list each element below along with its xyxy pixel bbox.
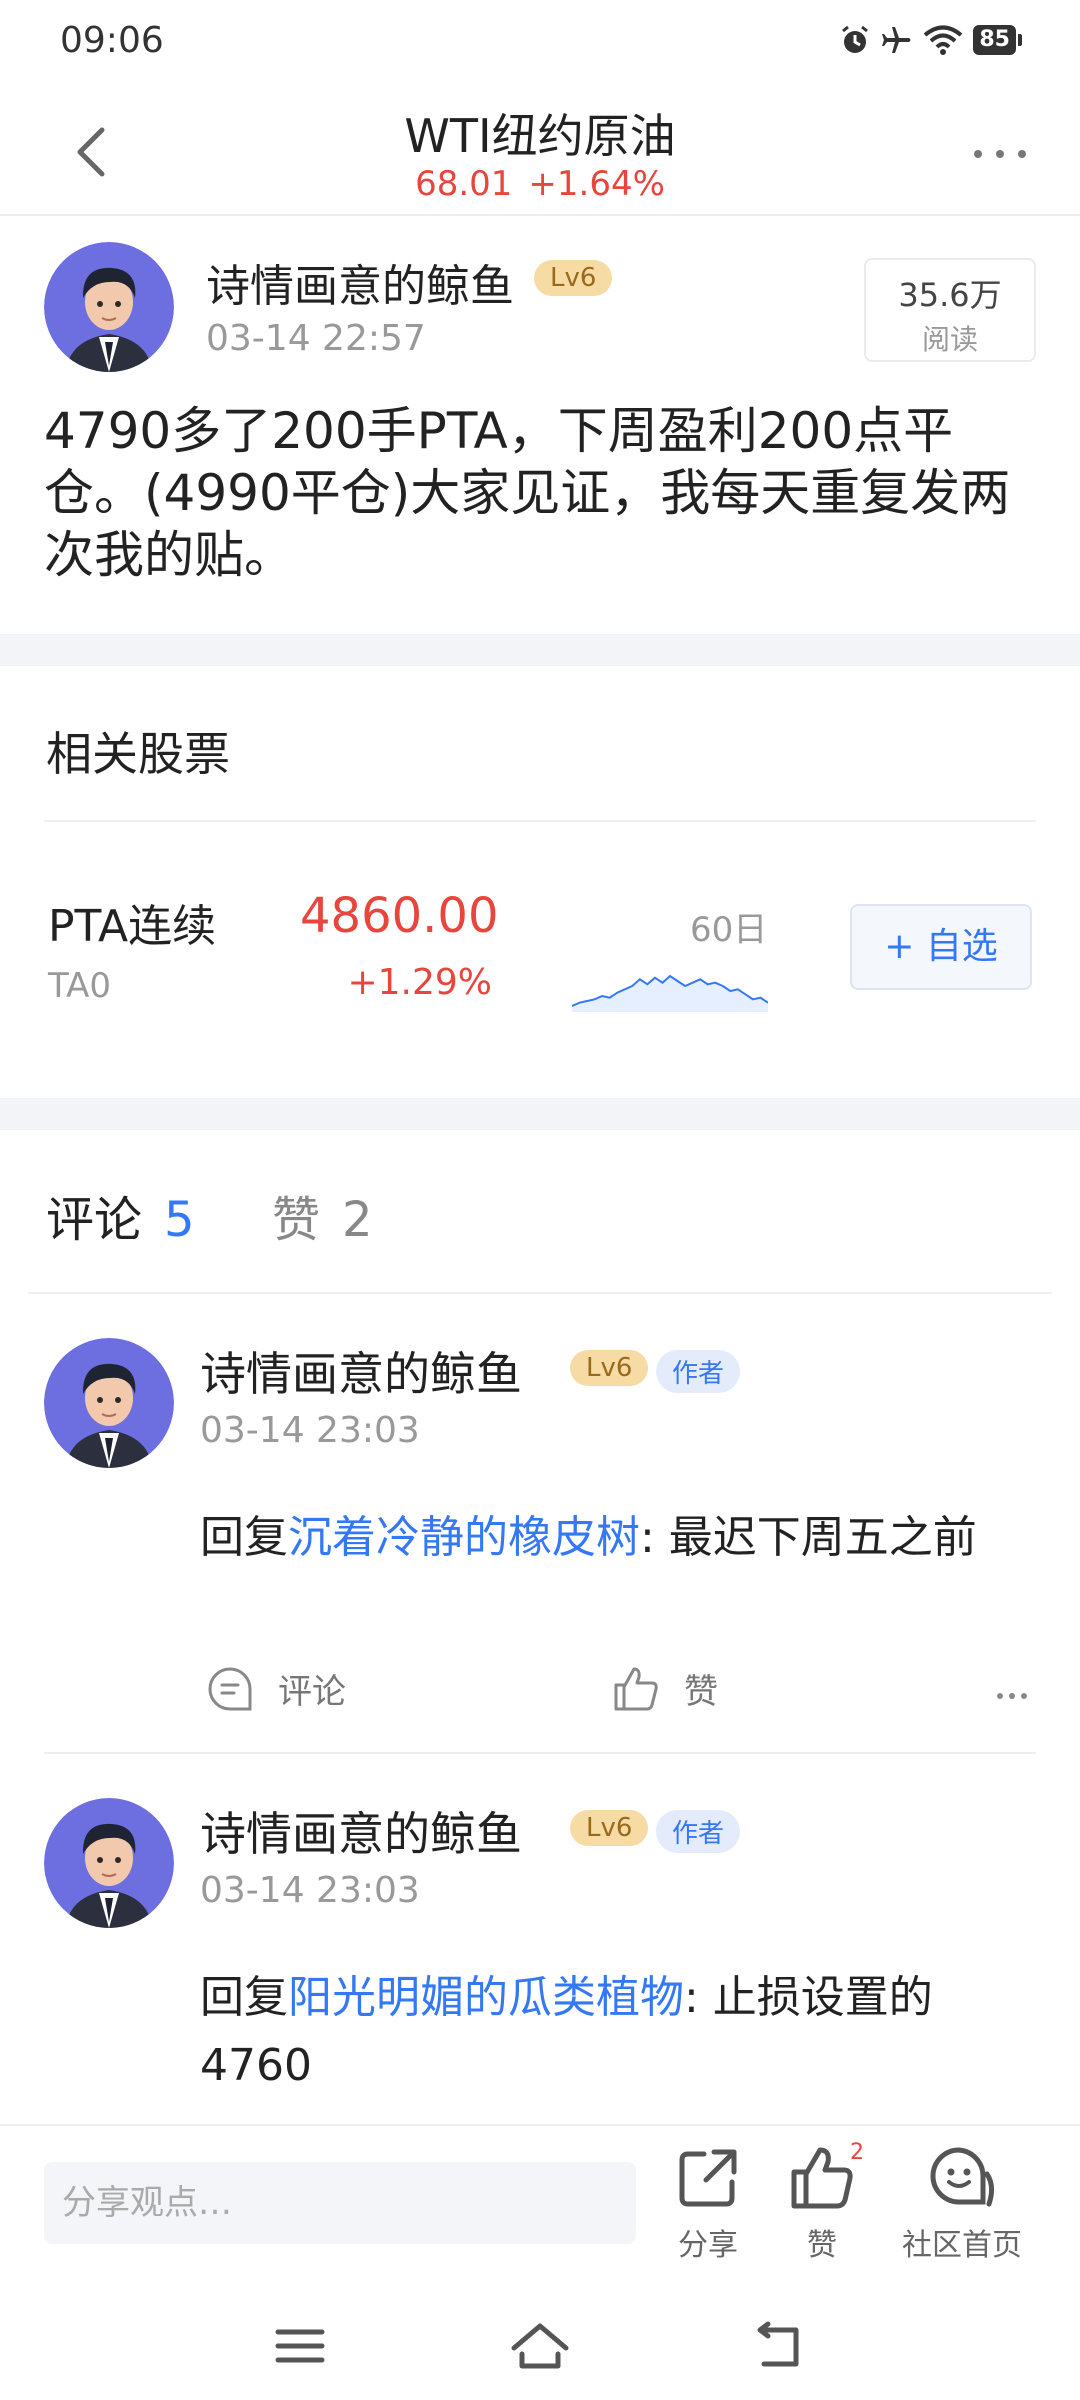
related-title: 相关股票 <box>46 727 230 781</box>
post-body: 4790多了200手PTA，下周盈利200点平仓。(4990平仓)大家见证，我每… <box>44 402 1011 584</box>
back-nav-icon[interactable] <box>750 2316 810 2376</box>
add-watchlist-button[interactable]: + 自选 <box>850 904 1032 990</box>
comment-text[interactable]: 回复阳光明媚的瓜类植物: 止损设置的4760 <box>200 1964 1040 2100</box>
comment-text[interactable]: 回复沉着冷静的橡皮树: 最迟下周五之前 <box>200 1504 1040 1572</box>
post-time: 03-14 22:57 <box>206 318 426 359</box>
reply-prefix: 回复 <box>200 1512 288 1563</box>
battery-icon: 85 <box>973 25 1022 55</box>
comment-item: 诗情画意的鲸鱼 Lv6 作者 03-14 23:03 回复沉着冷静的橡皮树: 最… <box>44 1338 1044 1748</box>
status-icons: 85 <box>839 24 1022 56</box>
tab-comments-label: 评论 <box>46 1192 143 1248</box>
sparkline-chart <box>572 974 768 1012</box>
tab-comments[interactable]: 评论 5 <box>46 1180 195 1250</box>
tab-comments-count: 5 <box>164 1192 195 1248</box>
battery-level: 85 <box>973 25 1016 55</box>
alarm-icon <box>842 25 869 53</box>
author-name[interactable]: 诗情画意的鲸鱼 <box>206 250 514 314</box>
stock-change: +1.29% <box>347 962 492 1003</box>
mention-link[interactable]: 阳光明媚的瓜类植物 <box>288 1972 684 2023</box>
level-badge: Lv6 <box>570 1810 649 1846</box>
level-badge: Lv6 <box>570 1350 649 1386</box>
tab-likes-count: 2 <box>342 1192 373 1248</box>
divider <box>28 1292 1052 1294</box>
like-button[interactable]: 赞 2 <box>790 2140 864 2264</box>
like-action-label: 赞 <box>684 1672 718 1712</box>
comment-action-label: 评论 <box>278 1672 346 1712</box>
header-change: +1.64% <box>528 164 665 204</box>
read-count-box: 35.6万 阅读 <box>864 258 1036 362</box>
airplane-icon <box>882 27 911 53</box>
header-price: 68.01 <box>415 164 513 204</box>
stock-price: 4860.00 <box>300 888 499 944</box>
thumbs-up-icon <box>791 2147 853 2209</box>
author-tag: 作者 <box>656 1350 741 1393</box>
stock-name: PTA连续 <box>48 901 217 952</box>
sparkline-area <box>572 976 768 1012</box>
divider <box>0 634 1080 666</box>
mention-link[interactable]: 沉着冷静的橡皮树 <box>288 1512 640 1563</box>
more-icon[interactable] <box>970 144 1030 164</box>
read-label: 阅读 <box>921 323 978 356</box>
wifi-icon <box>924 25 963 55</box>
comment-icon <box>208 1666 252 1710</box>
share-button[interactable]: 分享 <box>676 2146 740 2264</box>
comment-item: 诗情画意的鲸鱼 Lv6 作者 03-14 23:03 回复阳光明媚的瓜类植物: … <box>44 1798 1044 2118</box>
avatar[interactable] <box>44 1798 174 1928</box>
comment-time: 03-14 23:03 <box>200 1870 420 1911</box>
system-nav-bar <box>0 2286 1080 2400</box>
like-count: 2 <box>850 2140 864 2165</box>
divider <box>44 820 1036 822</box>
divider <box>0 1098 1080 1130</box>
comment-content: : 最迟下周五之前 <box>640 1512 977 1563</box>
home-icon[interactable] <box>510 2316 570 2376</box>
header-quote: 68.01 +1.64% <box>0 164 1080 204</box>
community-icon <box>930 2147 995 2207</box>
comment-author[interactable]: 诗情画意的鲸鱼 <box>200 1338 522 1404</box>
comment-time: 03-14 23:03 <box>200 1410 420 1451</box>
read-count: 35.6万 <box>898 276 1002 314</box>
level-badge: Lv6 <box>534 260 613 296</box>
comment-author[interactable]: 诗情画意的鲸鱼 <box>200 1798 522 1864</box>
community-label: 社区首页 <box>902 2228 1022 2263</box>
avatar[interactable] <box>44 1338 174 1468</box>
menu-icon[interactable] <box>270 2316 330 2376</box>
comment-reply-button[interactable]: 评论 <box>206 1664 346 1713</box>
page-title: WTI纽约原油 <box>404 109 676 163</box>
share-label: 分享 <box>678 2228 738 2263</box>
tab-likes-label: 赞 <box>272 1192 321 1248</box>
reply-prefix: 回复 <box>200 1972 288 2023</box>
top-header: WTI纽约原油 68.01 +1.64% <box>0 84 1080 216</box>
share-opinion-input[interactable] <box>44 2162 636 2244</box>
more-icon[interactable] <box>994 1690 1030 1702</box>
thumbs-up-icon <box>614 1667 658 1710</box>
divider <box>44 1752 1036 1754</box>
like-label: 赞 <box>807 2228 837 2263</box>
bottom-action-bar: 分享 赞 2 社区首页 <box>0 2124 1080 2286</box>
community-home-button[interactable]: 社区首页 <box>902 2146 1022 2264</box>
status-bar: 09:06 85 <box>0 0 1080 84</box>
share-icon <box>679 2149 737 2207</box>
comment-like-button[interactable]: 赞 <box>612 1664 718 1713</box>
tab-likes[interactable]: 赞2 <box>272 1180 373 1250</box>
stock-code: TA0 <box>48 966 112 1006</box>
avatar[interactable] <box>44 242 174 372</box>
author-tag: 作者 <box>656 1810 741 1853</box>
status-time: 09:06 <box>60 20 164 61</box>
sparkline-label: 60日 <box>690 910 768 950</box>
